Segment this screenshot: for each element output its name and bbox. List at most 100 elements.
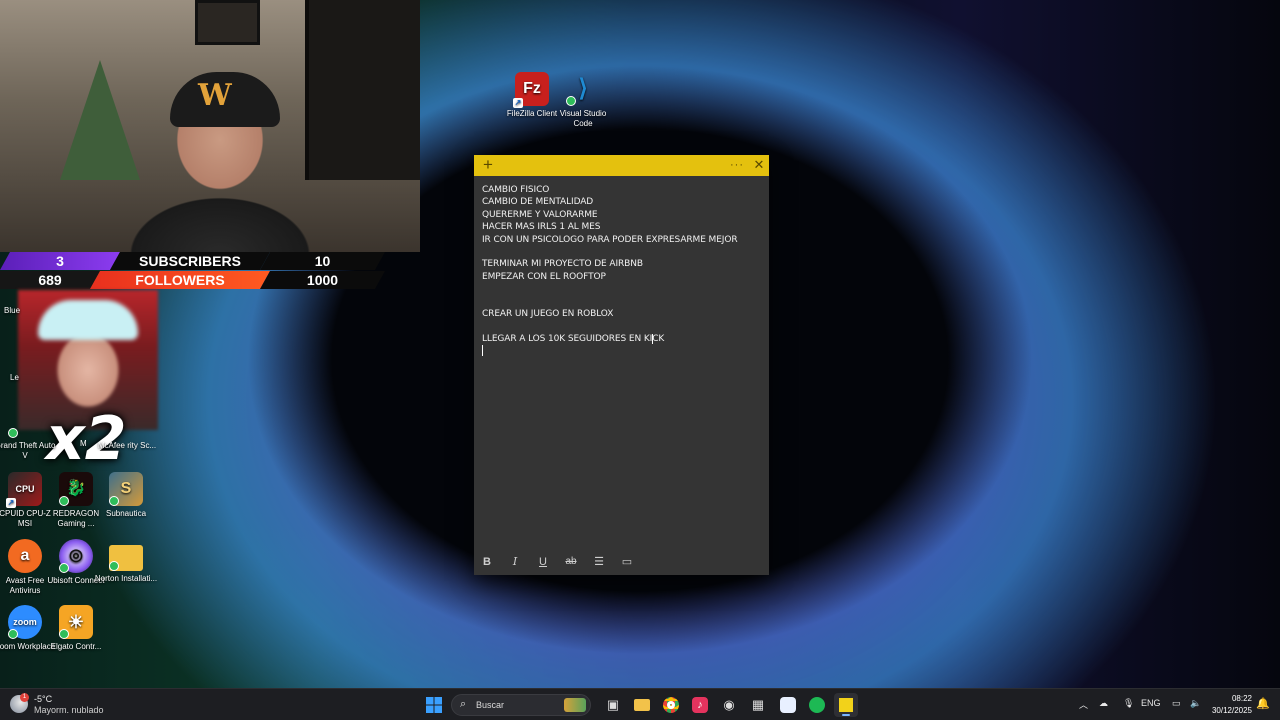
followers-label: FOLLOWERS	[90, 271, 270, 289]
note-line: HACER MAS IRLS 1 AL MES	[482, 222, 601, 233]
desktop-icon-mcafee[interactable]: McAfee rity Sc...	[95, 404, 159, 451]
desktop-icon-gta[interactable]: Grand Theft Auto V	[0, 404, 57, 461]
search-placeholder: Buscar	[476, 700, 505, 710]
followers-count: 689	[0, 271, 100, 289]
strikethrough-button[interactable]: ab	[561, 553, 581, 571]
chevron-up-icon[interactable]: ︿	[1079, 698, 1088, 711]
microphone-icon[interactable]: 🎙	[1123, 698, 1134, 709]
mcafee-icon	[110, 404, 144, 438]
add-note-icon[interactable]: +	[479, 156, 497, 174]
note-line: LLEGAR A LOS 10K SEGUIDORES EN KICK	[482, 333, 665, 344]
desktop-icon-norton[interactable]: Norton Installati...	[94, 539, 158, 584]
desktop: W 3 SUBSCRIBERS 10 689 FOLLOWERS 1000 x2…	[0, 0, 1280, 688]
followers-goal: 1000	[260, 271, 385, 289]
insert-image-icon[interactable]: ▭	[617, 553, 637, 571]
obs-icon[interactable]: ◉	[717, 693, 741, 717]
desktop-icon-subnautica[interactable]: S Subnautica	[94, 472, 158, 519]
file-explorer-icon[interactable]	[630, 693, 654, 717]
italic-button[interactable]: I	[505, 553, 525, 571]
clock-time[interactable]: 08:22	[1226, 694, 1252, 703]
note-line: IR CON UN PSICOLOGO PARA PODER EXPRESARM…	[482, 234, 738, 245]
chrome-icon[interactable]	[659, 693, 683, 717]
weather-badge: 1	[20, 693, 29, 702]
weather-desc: Mayorm. nublado	[34, 705, 104, 715]
taskbar-search[interactable]: ⌕ Buscar	[451, 694, 591, 716]
note-line: QUERERME Y VALORARME	[482, 209, 598, 220]
sticky-notes-taskbar-icon[interactable]	[834, 693, 858, 717]
partial-label-le: Le	[10, 373, 19, 382]
partial-label-blue: Blue	[4, 306, 21, 315]
network-icon[interactable]: ▭	[1172, 698, 1181, 709]
note-line	[482, 320, 762, 332]
webcam-wall-frame	[195, 0, 260, 45]
tiktok-icon[interactable]: ♪	[688, 693, 712, 717]
webcam-shelf	[305, 0, 420, 180]
note-line: TERMINAR MI PROYECTO DE AIRBNB	[482, 259, 643, 270]
webcam-feed: W	[0, 0, 420, 252]
subscribers-count: 3	[0, 252, 120, 270]
formatting-toolbar: B I U ab ☰ ▭	[474, 553, 769, 571]
desktop-icon-label: Visual Studio Code	[559, 109, 607, 128]
partial-label-m: M	[80, 439, 87, 448]
mouse-ibeam-cursor	[652, 334, 654, 344]
note-line: CREAR UN JUEGO EN ROBLOX	[482, 308, 614, 319]
desktop-icon-vscode[interactable]: ⟩ Visual Studio Code	[551, 72, 615, 129]
overlay-avatar-hat	[38, 300, 138, 340]
subnautica-icon: S	[109, 472, 143, 506]
note-line	[482, 246, 762, 258]
subscribers-row: 3 SUBSCRIBERS 10	[0, 252, 390, 270]
filezilla-icon: Fz ↗	[513, 72, 549, 108]
bold-button[interactable]: B	[477, 553, 497, 571]
volume-icon[interactable]: 🔈	[1190, 698, 1201, 709]
windows-icon	[426, 697, 442, 713]
onedrive-icon[interactable]: ☁	[1099, 698, 1108, 709]
spotify-icon[interactable]	[805, 693, 829, 717]
gpu-monitor-icon[interactable]: ▦	[746, 693, 770, 717]
browser-icon[interactable]	[776, 693, 800, 717]
sticky-note-header[interactable]: + ··· ✕	[474, 155, 769, 176]
subscribers-label: SUBSCRIBERS	[110, 252, 270, 270]
ubisoft-icon: ◎	[59, 539, 93, 573]
desktop-icon-label: McAfee rity Sc...	[97, 441, 157, 450]
note-line	[482, 283, 762, 295]
start-button[interactable]	[422, 693, 446, 717]
more-options-icon[interactable]: ···	[728, 156, 746, 174]
gta-icon	[8, 404, 42, 438]
avast-icon: a	[8, 539, 42, 573]
underline-button[interactable]: U	[533, 553, 553, 571]
sticky-note-window[interactable]: + ··· ✕ CAMBIO FISICO CAMBIO DE MENTALIDA…	[474, 155, 769, 575]
notification-bell-icon[interactable]: 🔔	[1256, 697, 1270, 710]
search-highlight-icon	[564, 698, 586, 712]
desktop-icon-label: Norton Installati...	[94, 574, 158, 583]
sticky-note-text[interactable]: CAMBIO FISICO CAMBIO DE MENTALIDAD QUERERM…	[482, 184, 762, 345]
note-line: EMPEZAR CON EL ROOFTOP	[482, 271, 606, 282]
weather-temp: -5°C	[34, 694, 53, 704]
taskbar: 1 -5°C Mayorm. nublado ⌕ Buscar ▣ ♪ ◉ ▦ …	[0, 688, 1280, 720]
followers-row: 689 FOLLOWERS 1000	[0, 271, 390, 289]
webcam-cap-logo: W	[198, 78, 232, 113]
desktop-icon-label: Grand Theft Auto V	[0, 441, 56, 460]
note-line: CAMBIO FISICO	[482, 185, 550, 195]
task-view-icon[interactable]: ▣	[601, 693, 625, 717]
weather-widget[interactable]: 1 -5°C Mayorm. nublado	[10, 693, 130, 717]
elgato-icon: ☀	[59, 605, 93, 639]
search-icon: ⌕	[460, 698, 467, 710]
clock-date[interactable]: 30/12/2025	[1206, 706, 1252, 715]
cpuid-icon: CPU ↗	[6, 472, 42, 508]
active-indicator	[842, 714, 850, 716]
zoom-icon: zoom	[8, 605, 42, 639]
note-line: CAMBIO DE MENTALIDAD	[482, 197, 594, 208]
vscode-icon: ⟩	[566, 72, 600, 106]
bullet-list-icon[interactable]: ☰	[589, 553, 609, 571]
desktop-icon-label: Elgato Contr...	[50, 642, 102, 651]
note-line	[482, 296, 762, 308]
desktop-icon-elgato[interactable]: ☀ Elgato Contr...	[44, 605, 108, 652]
redragon-icon: 🐉	[59, 472, 93, 506]
close-icon[interactable]: ✕	[750, 156, 768, 174]
desktop-icon-label: Subnautica	[105, 509, 147, 518]
language-indicator[interactable]: ENG	[1141, 698, 1161, 708]
stream-goals-bar: 3 SUBSCRIBERS 10 689 FOLLOWERS 1000	[0, 252, 390, 290]
text-caret	[482, 345, 483, 356]
subscribers-goal: 10	[260, 252, 385, 270]
folder-icon	[109, 545, 143, 571]
